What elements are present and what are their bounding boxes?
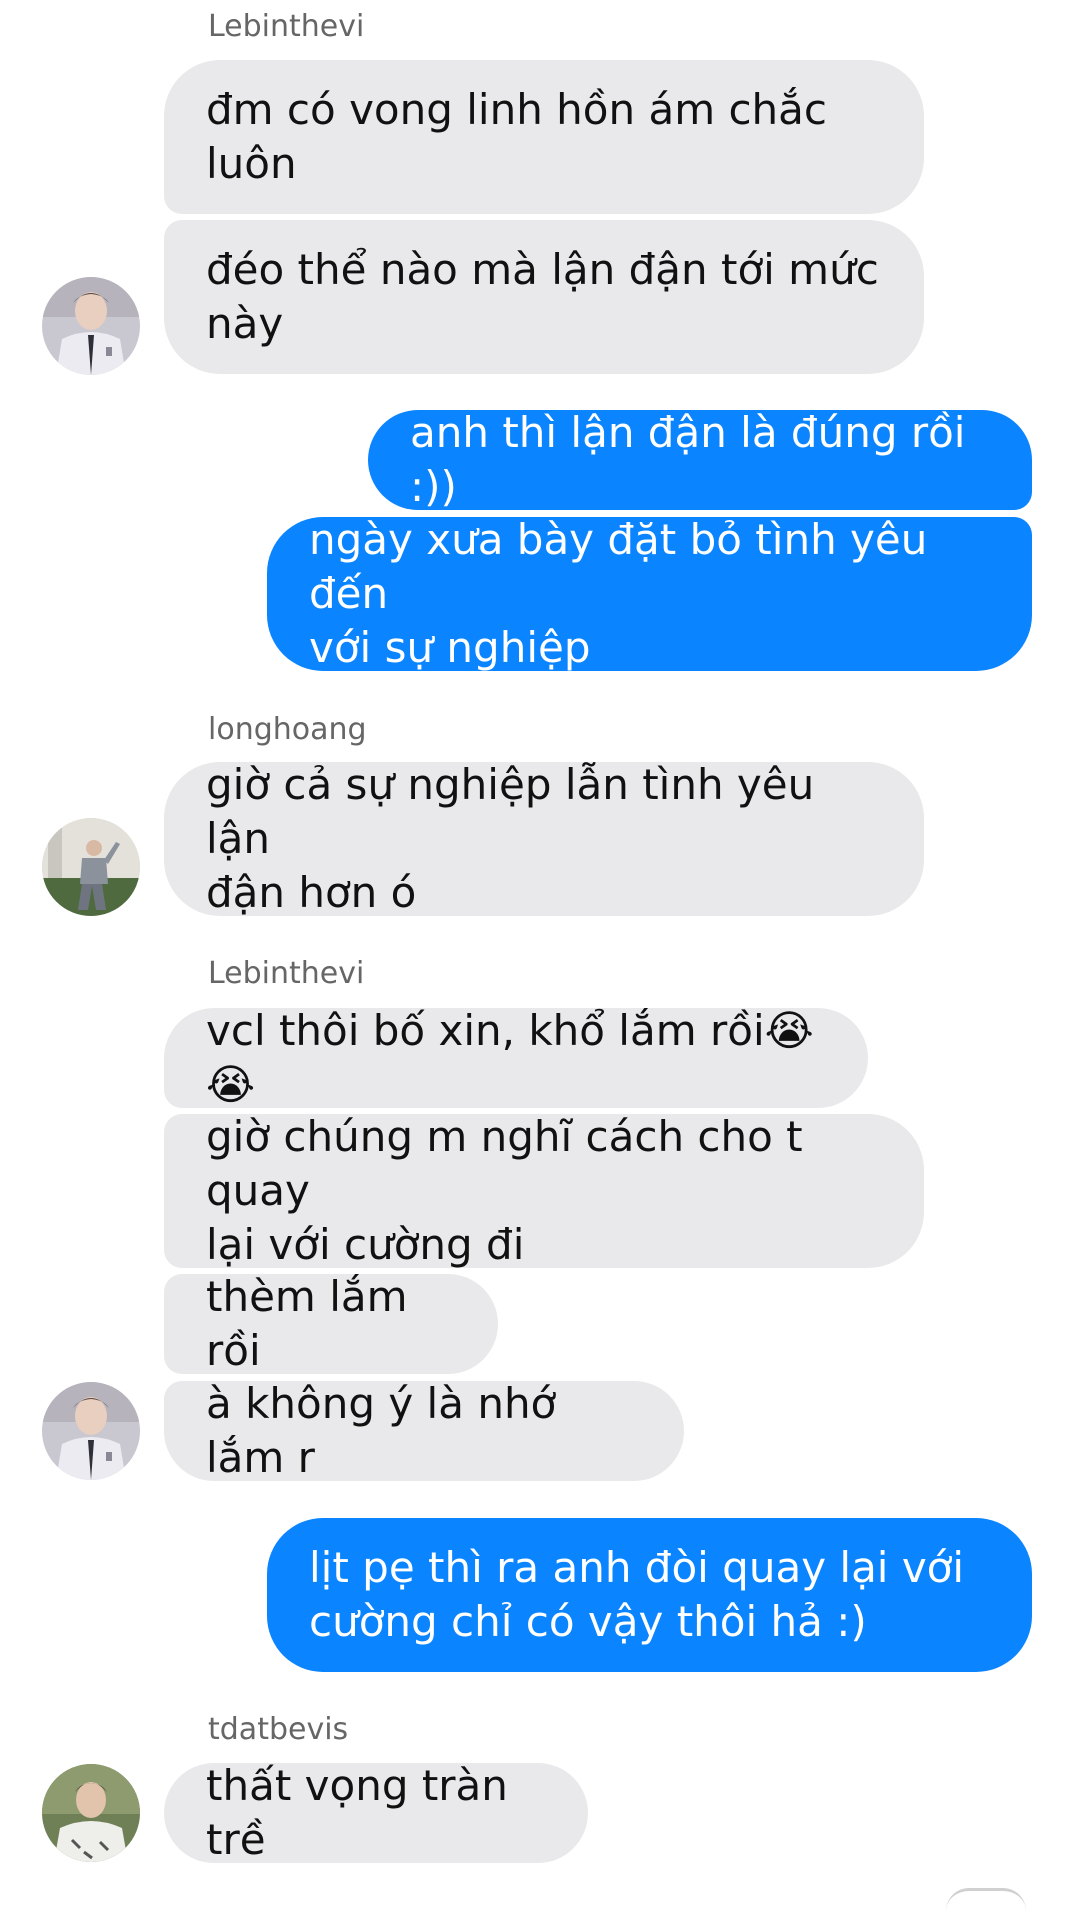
avatar-tdatbevis-image [42,1764,140,1862]
outgoing-message-bubble[interactable]: lịt pẹ thì ra anh đòi quay lại với cường… [267,1518,1032,1672]
incoming-message-bubble[interactable]: giờ chúng m nghĩ cách cho t quay lại với… [164,1112,924,1269]
message-text: lịt pẹ thì ra anh đòi quay lại với cường… [309,1543,965,1646]
avatar-lebinthevi-image [42,277,140,375]
sender-name: tdatbevis [208,1712,349,1747]
incoming-message-bubble[interactable]: đm có vong linh hồn ám chắc luôn [164,60,924,214]
incoming-message-bubble[interactable]: thất vọng tràn trề [164,1761,588,1864]
incoming-message-bubble[interactable]: giờ cả sự nghiệp lẫn tình yêu lận đận hơ… [164,760,924,917]
message-text: giờ chúng m nghĩ cách cho t quay lại với… [206,1112,803,1269]
message-text: đéo thể nào mà lận đận tới mức này [206,245,879,348]
user-avatar[interactable] [42,818,140,916]
avatar-longhoang-image [42,818,140,916]
incoming-message-bubble[interactable]: vcl thôi bố xin, khổ lắm rồi😭😭 [164,1006,868,1109]
sender-name: Lebinthevi [208,956,365,991]
message-text: đm có vong linh hồn ám chắc luôn [206,85,827,188]
incoming-message-bubble[interactable]: à không ý là nhớ lắm r [164,1379,684,1482]
outgoing-message-bubble[interactable]: anh thì lận đận là đúng rồi :)) [368,408,1032,511]
incoming-message-bubble[interactable]: đéo thể nào mà lận đận tới mức này [164,220,924,374]
sender-name: Lebinthevi [208,9,365,44]
message-text: anh thì lận đận là đúng rồi :)) [410,408,979,511]
user-avatar[interactable] [42,277,140,375]
outgoing-message-bubble[interactable]: ngày xưa bày đặt bỏ tình yêu đến với sự … [267,515,1032,672]
avatar-lebinthevi-image [42,1382,140,1480]
scroll-to-bottom-button[interactable] [946,1888,1026,1911]
sender-name: longhoang [208,712,367,747]
chat-thread: Lebinthevi đm có vong linh hồn ám chắc l… [0,0,1080,1911]
user-avatar[interactable] [42,1382,140,1480]
message-text: à không ý là nhớ lắm r [206,1379,570,1482]
incoming-message-bubble[interactable]: thèm lắm rồi [164,1272,498,1375]
message-text: giờ cả sự nghiệp lẫn tình yêu lận đận hơ… [206,760,815,917]
message-text: vcl thôi bố xin, khổ lắm rồi😭😭 [206,1006,814,1109]
message-text: thèm lắm rồi [206,1272,421,1375]
user-avatar[interactable] [42,1764,140,1862]
message-text: ngày xưa bày đặt bỏ tình yêu đến với sự … [309,515,928,672]
message-text: thất vọng tràn trề [206,1761,522,1864]
